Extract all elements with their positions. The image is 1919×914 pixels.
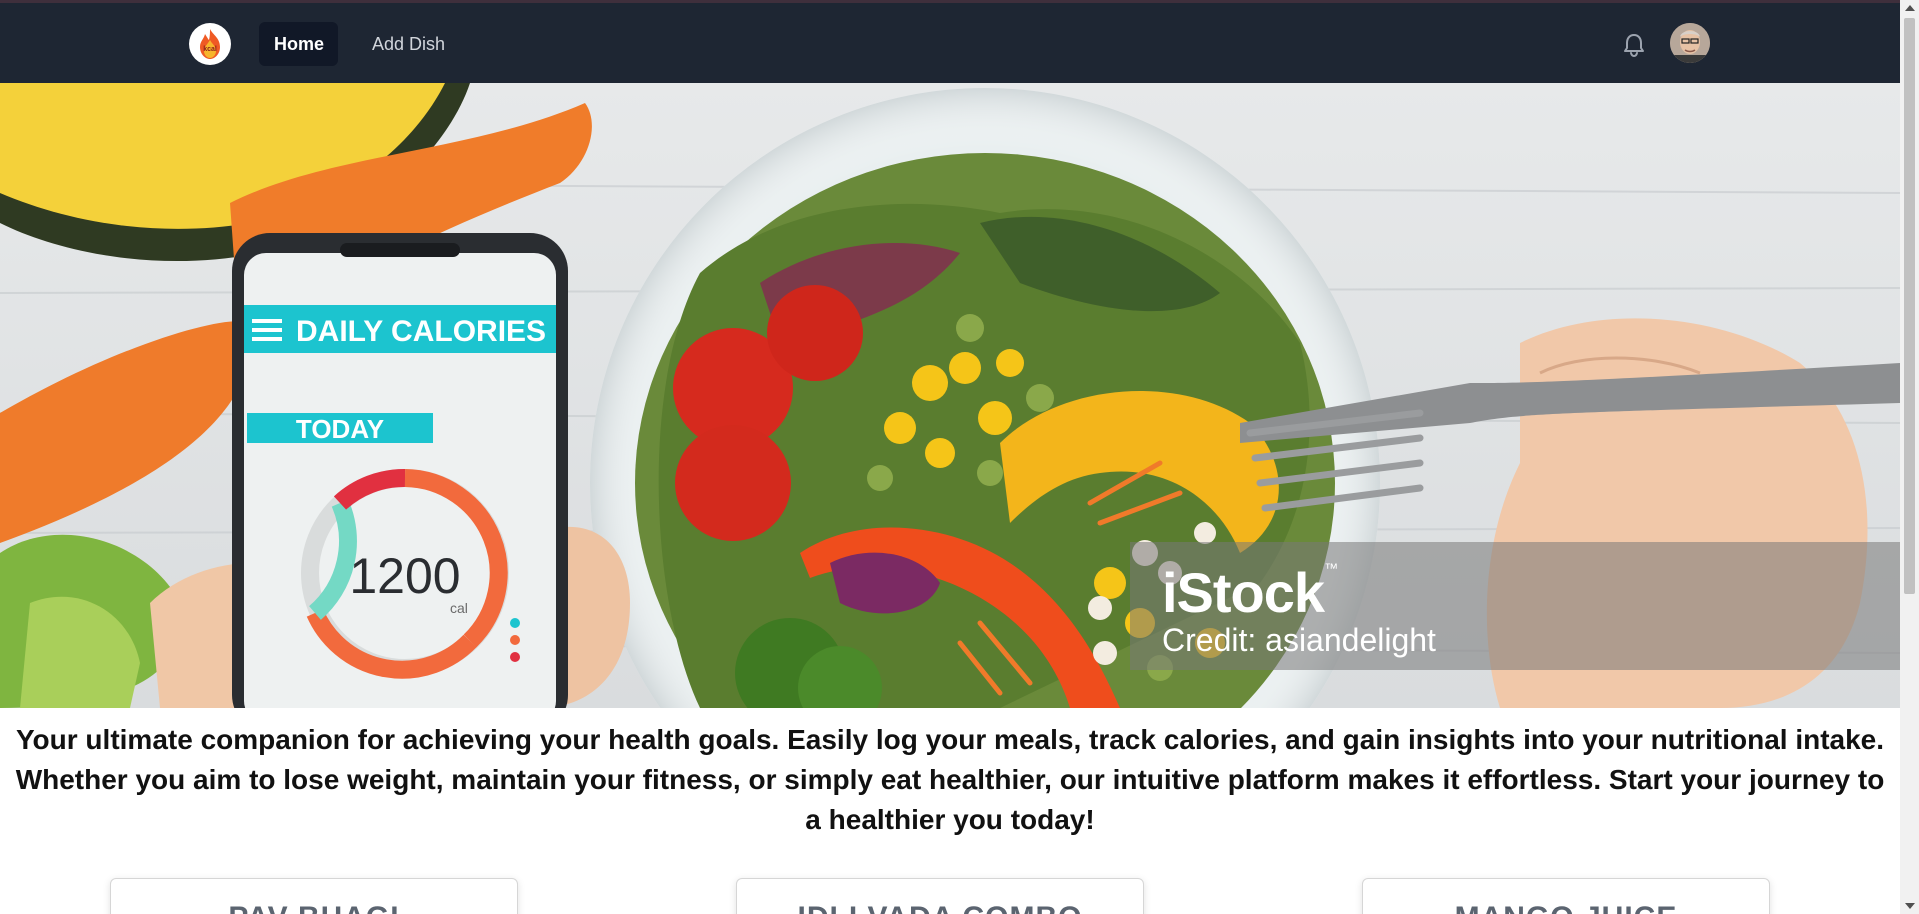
watermark-brand-text: iStock — [1162, 561, 1325, 624]
scroll-down-arrow-icon[interactable] — [1905, 903, 1915, 909]
phone-calorie-unit: cal — [450, 600, 468, 616]
flame-icon: kcal — [200, 29, 220, 59]
phone-today: TODAY — [296, 414, 384, 444]
page: kcal Home Add Dish DAILY CALORIES TODAY … — [0, 0, 1919, 914]
scroll-up-arrow-icon[interactable] — [1905, 5, 1915, 11]
dish-card[interactable]: PAV BHAGI — [110, 878, 518, 914]
watermark-brand: iStock™ — [1162, 560, 1338, 625]
dish-card[interactable]: MANGO JUICE — [1362, 878, 1770, 914]
bell-icon[interactable] — [1620, 31, 1648, 59]
scrollbar-thumb[interactable] — [1904, 18, 1915, 594]
tab-add-dish[interactable]: Add Dish — [357, 22, 460, 66]
user-avatar[interactable] — [1670, 23, 1710, 63]
app-logo[interactable]: kcal — [189, 23, 231, 65]
tagline: Your ultimate companion for achieving yo… — [15, 724, 1885, 835]
navbar: kcal Home Add Dish — [0, 3, 1900, 83]
vertical-scrollbar[interactable] — [1900, 0, 1919, 914]
dish-cards: PAV BHAGI IDLI VADA COMBO MANGO JUICE — [0, 878, 1900, 914]
logo-text: kcal — [203, 46, 217, 53]
dish-card-title: PAV BHAGI — [111, 901, 517, 914]
hero-banner: DAILY CALORIES TODAY 1200 cal iStock™ Cr… — [0, 83, 1900, 708]
phone-header: DAILY CALORIES — [296, 315, 546, 348]
istock-watermark: iStock™ Credit: asiandelight — [1130, 542, 1900, 670]
dish-card[interactable]: IDLI VADA COMBO — [736, 878, 1144, 914]
dish-card-title: IDLI VADA COMBO — [737, 901, 1143, 914]
tab-home[interactable]: Home — [259, 22, 338, 66]
dish-card-title: MANGO JUICE — [1363, 901, 1769, 914]
watermark-credit: Credit: asiandelight — [1162, 622, 1436, 658]
phone-calorie-value: 1200 — [349, 548, 460, 604]
watermark-tm: ™ — [1324, 560, 1338, 576]
avatar-image — [1670, 23, 1710, 63]
